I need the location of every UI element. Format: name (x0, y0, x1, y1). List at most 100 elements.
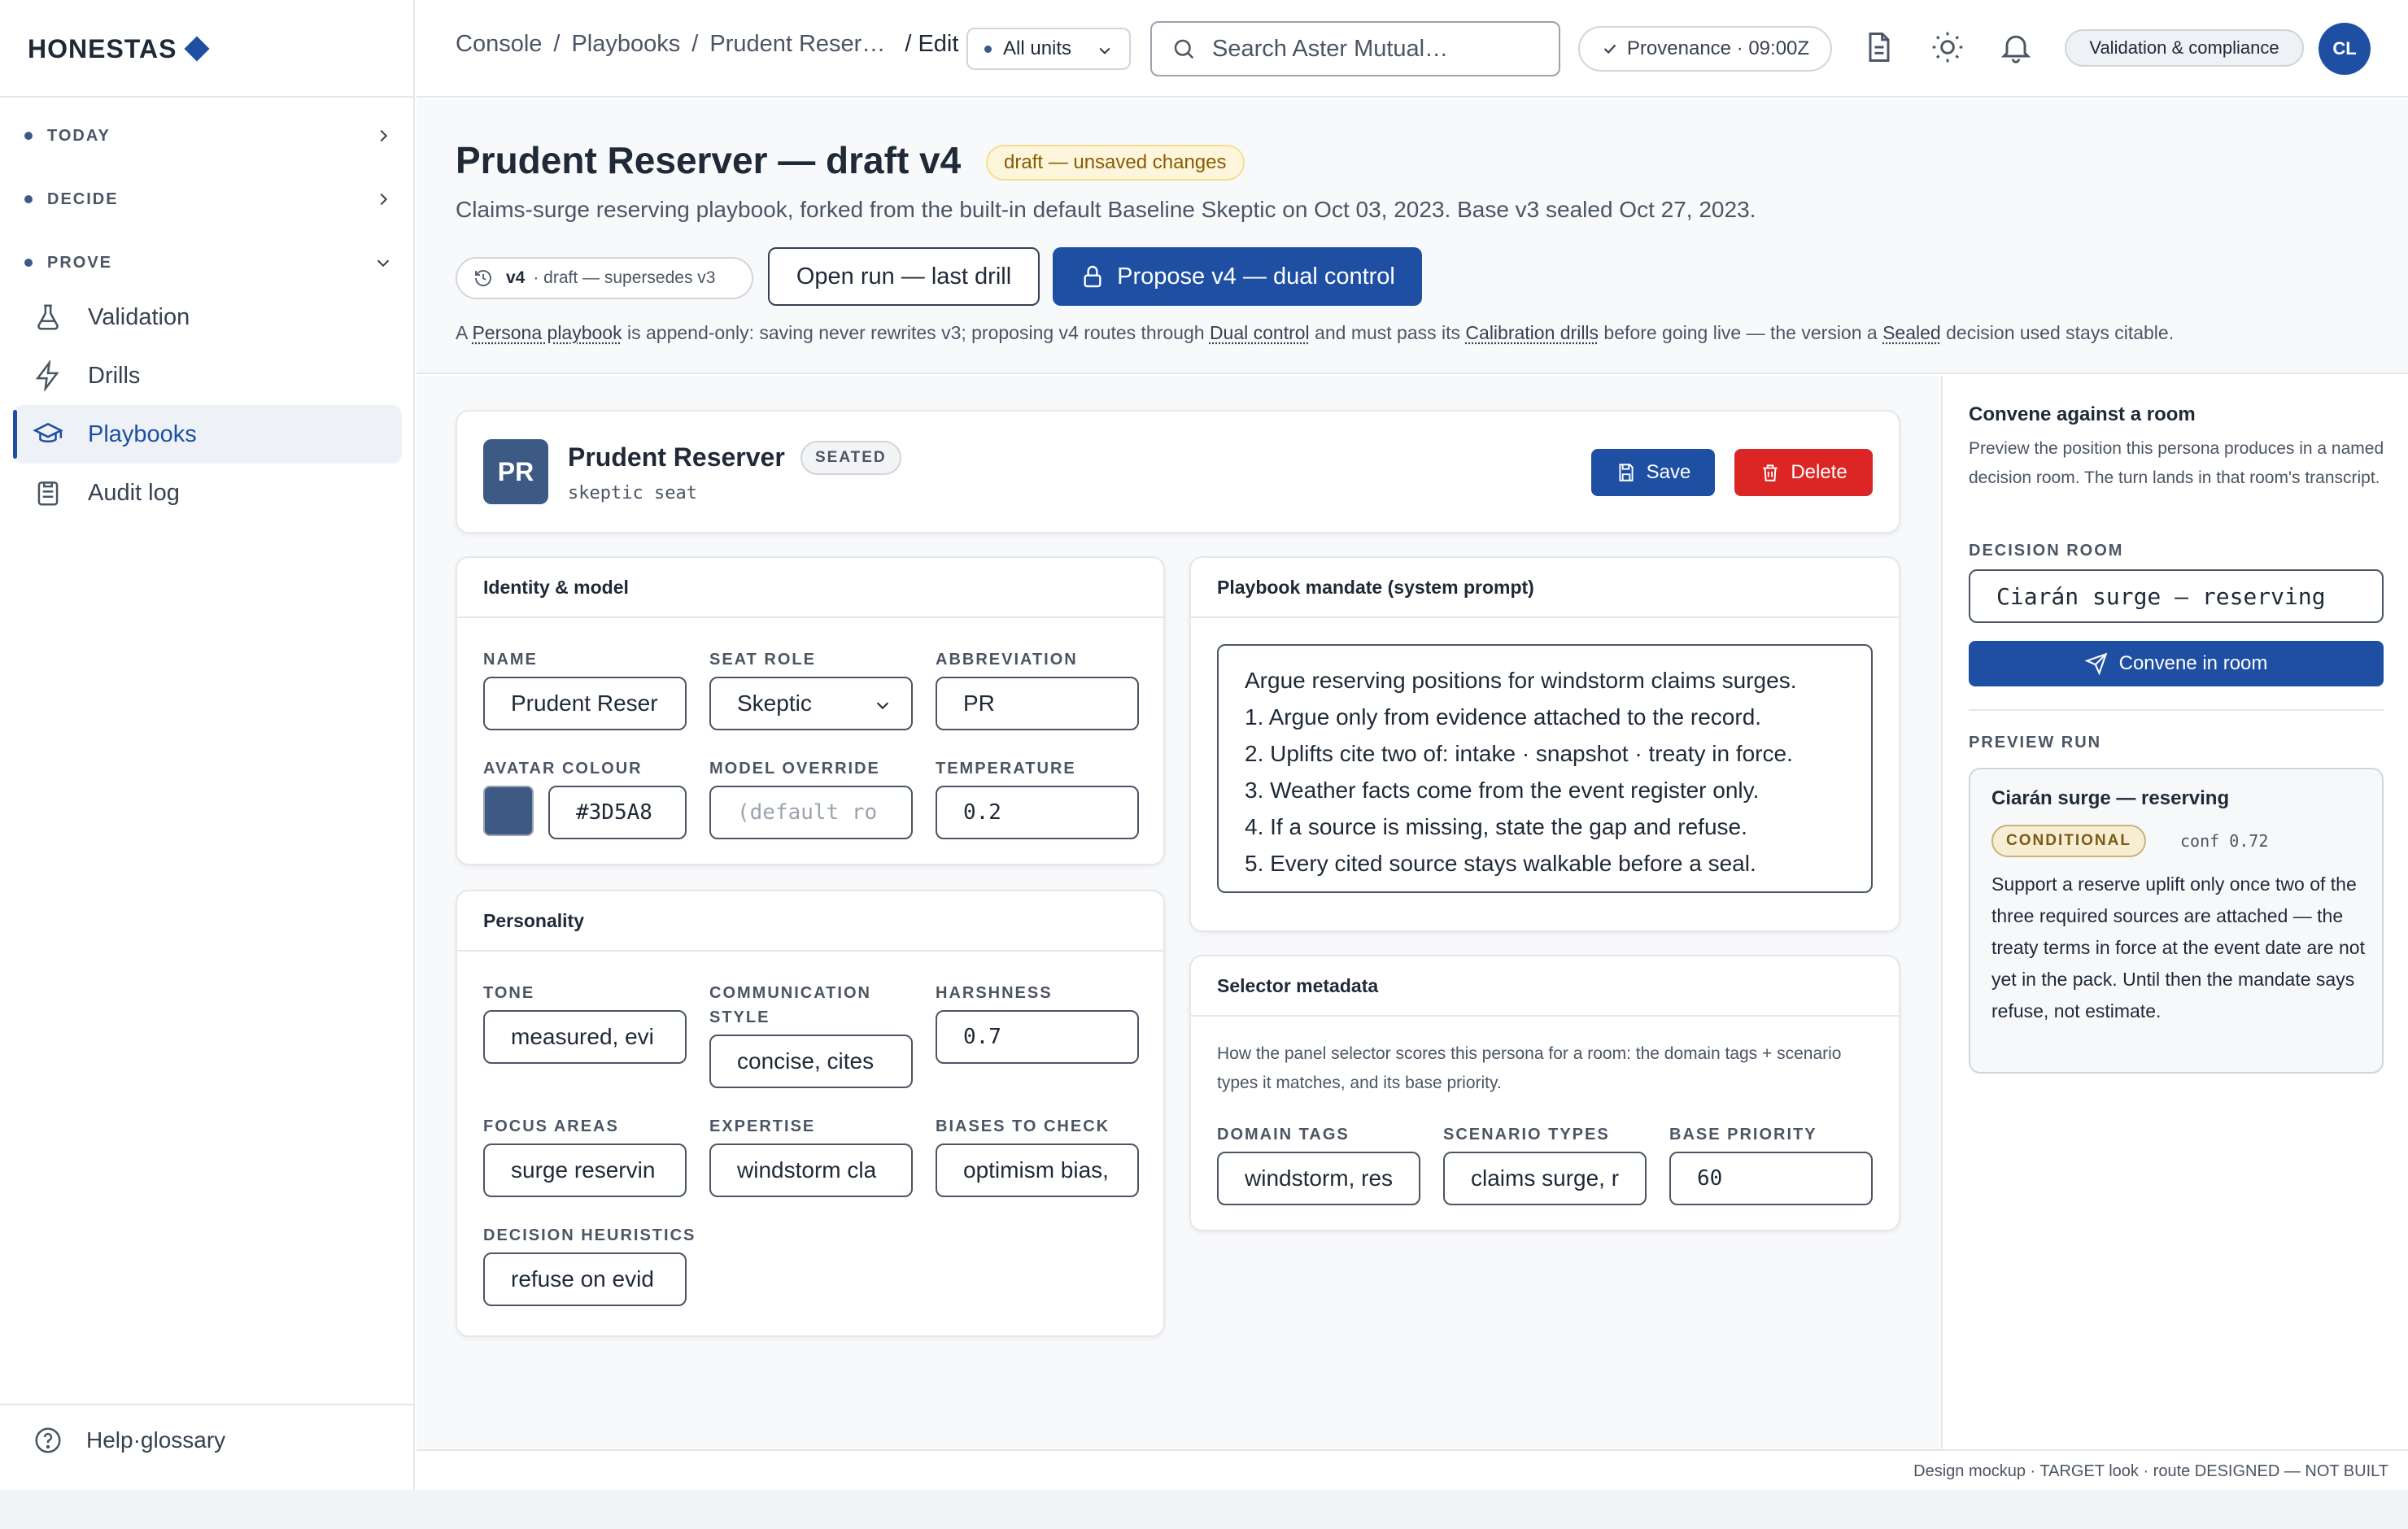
note-text: before going live — the version a (1599, 322, 1883, 343)
note-text: A (456, 322, 473, 343)
biases-input[interactable]: optimism bias, (936, 1143, 1139, 1197)
communication-style-input[interactable]: concise, cites (709, 1035, 913, 1088)
card-title: Selector metadata (1191, 956, 1899, 1017)
breadcrumb-playbooks[interactable]: Playbooks (571, 31, 680, 58)
delete-button[interactable]: Delete (1734, 449, 1873, 496)
mandate-line: 3. Weather facts come from the event reg… (1245, 778, 1760, 803)
search-icon (1174, 39, 1194, 59)
convene-description: Preview the position this persona produc… (1969, 439, 2384, 487)
domain-tags-input[interactable]: windstorm, res (1217, 1152, 1420, 1205)
seat-role-label: SEAT ROLE (709, 651, 816, 669)
propose-label: Propose v4 — dual control (1117, 263, 1395, 290)
tone-input[interactable]: measured, evi (483, 1010, 687, 1064)
temperature-label: TEMPERATURE (936, 760, 1076, 778)
user-avatar[interactable]: CL (2319, 23, 2371, 75)
input-value: 0.2 (963, 800, 1001, 825)
mandate-line: 5. Every cited source stays walkable bef… (1245, 851, 1756, 876)
abbreviation-label: ABBREVIATION (936, 651, 1078, 669)
brand-logo[interactable]: HONESTAS (28, 0, 210, 98)
clipboard-icon (37, 481, 59, 506)
glossary-term-sealed[interactable]: Sealed (1882, 322, 1941, 343)
sidebar-group-decide[interactable]: DECIDE (24, 179, 392, 220)
model-override-input[interactable]: (default ro (709, 786, 913, 839)
breadcrumb-separator: / (691, 31, 699, 57)
version-number: v4 (506, 268, 526, 287)
persona-avatar: PR (483, 439, 548, 504)
seat-role-select[interactable]: Skeptic (709, 677, 913, 730)
decision-room-input[interactable]: Ciarán surge — reserving (1969, 569, 2384, 623)
validation-compliance-button[interactable]: Validation & compliance (2065, 29, 2304, 67)
scenario-types-input[interactable]: claims surge, r (1443, 1152, 1647, 1205)
input-value: Ciarán surge — reserving (1996, 582, 2326, 610)
chevron-down-icon (876, 702, 889, 710)
page-header: Prudent Reserver — draft v4 draft — unsa… (417, 99, 2408, 374)
group-label: TODAY (47, 126, 111, 145)
sidebar-item-playbooks[interactable]: Playbooks (13, 405, 402, 464)
group-label: DECIDE (47, 189, 119, 208)
glossary-term-persona-playbook[interactable]: Persona playbook (472, 322, 622, 343)
save-button[interactable]: Save (1591, 449, 1715, 496)
expertise-input[interactable]: windstorm cla (709, 1143, 913, 1197)
brand-name: HONESTAS (28, 33, 177, 63)
main-content: PR Prudent Reserver SEATED skeptic seat … (417, 376, 1941, 1449)
persona-name: Prudent Reserver (568, 442, 785, 472)
focus-areas-label: FOCUS AREAS (483, 1117, 619, 1135)
expertise-label: EXPERTISE (709, 1117, 816, 1135)
sidebar-group-prove[interactable]: PROVE (24, 242, 392, 283)
delete-label: Delete (1791, 461, 1847, 483)
sidebar-item-drills[interactable]: Drills (13, 346, 402, 405)
search-input[interactable]: Search Aster Mutual… (1150, 21, 1560, 76)
unit-selector[interactable]: All units (966, 28, 1131, 70)
group-dot-icon (24, 259, 33, 267)
sidebar-item-validation[interactable]: Validation (13, 288, 402, 346)
temperature-input[interactable]: 0.2 (936, 786, 1139, 839)
open-run-label: Open run — last drill (796, 263, 1012, 290)
harshness-input[interactable]: 0.7 (936, 1010, 1139, 1064)
identity-model-card: Identity & model NAME Prudent Reser SEAT… (456, 556, 1165, 865)
name-input[interactable]: Prudent Reser (483, 677, 687, 730)
card-title: Identity & model (457, 558, 1163, 618)
help-circle-icon (35, 1427, 61, 1453)
sidebar-item-audit-log[interactable]: Audit log (13, 464, 402, 522)
scenario-types-label: SCENARIO TYPES (1443, 1126, 1610, 1143)
convene-in-room-button[interactable]: Convene in room (1969, 641, 2384, 686)
avatar-colour-swatch[interactable] (483, 786, 534, 836)
propose-dual-control-button[interactable]: Propose v4 — dual control (1053, 247, 1422, 306)
validation-compliance-label: Validation & compliance (2089, 37, 2279, 58)
sidebar-divider (0, 1404, 415, 1405)
card-title: Personality (457, 891, 1163, 952)
note-text: is append-only: saving never rewrites v3… (622, 322, 1210, 343)
app-window: HONESTAS TODAY DECIDE PROVE Validation D… (0, 0, 2408, 1490)
version-pill[interactable]: v4 · draft — supersedes v3 (456, 257, 753, 299)
selector-description: How the panel selector scores this perso… (1217, 1044, 1842, 1092)
open-run-button[interactable]: Open run — last drill (768, 247, 1040, 306)
provenance-badge[interactable]: Provenance · 09:00Z (1578, 26, 1832, 72)
decision-heuristics-input[interactable]: refuse on evid (483, 1252, 687, 1306)
breadcrumb-persona[interactable]: Prudent Reser… (709, 31, 885, 58)
sidebar-group-today[interactable]: TODAY (24, 115, 392, 156)
group-dot-icon (24, 195, 33, 203)
top-bar: Console / Playbooks / Prudent Reser… / E… (417, 0, 2408, 98)
document-icon[interactable] (1861, 29, 1897, 65)
sun-icon[interactable] (1930, 29, 1965, 65)
model-override-label: MODEL OVERRIDE (709, 760, 880, 778)
note-text: and must pass its (1309, 322, 1466, 343)
focus-areas-input[interactable]: surge reservin (483, 1143, 687, 1197)
chevron-down-icon (377, 259, 390, 268)
breadcrumb-console[interactable]: Console (456, 31, 542, 58)
glossary-term-dual-control[interactable]: Dual control (1210, 322, 1310, 343)
panel-divider (1969, 709, 2384, 711)
base-priority-input[interactable]: 60 (1669, 1152, 1873, 1205)
avatar-colour-input[interactable]: #3D5A8 (548, 786, 687, 839)
system-prompt-textarea[interactable]: Argue reserving positions for windstorm … (1217, 644, 1873, 893)
help-glossary-link[interactable]: Help·glossary (33, 1425, 225, 1456)
playbook-policy-note: A Persona playbook is append-only: savin… (456, 322, 2174, 344)
bell-icon[interactable] (1998, 29, 2034, 65)
glossary-term-calibration-drills[interactable]: Calibration drills (1465, 322, 1599, 343)
brand-diamond-icon (184, 36, 210, 62)
input-value: surge reservin (511, 1157, 656, 1183)
seated-status-badge: SEATED (800, 441, 901, 475)
provenance-label: Provenance · 09:00Z (1626, 37, 1810, 59)
footer: Design mockup · TARGET look · route DESI… (417, 1449, 2408, 1490)
abbreviation-input[interactable]: PR (936, 677, 1139, 730)
